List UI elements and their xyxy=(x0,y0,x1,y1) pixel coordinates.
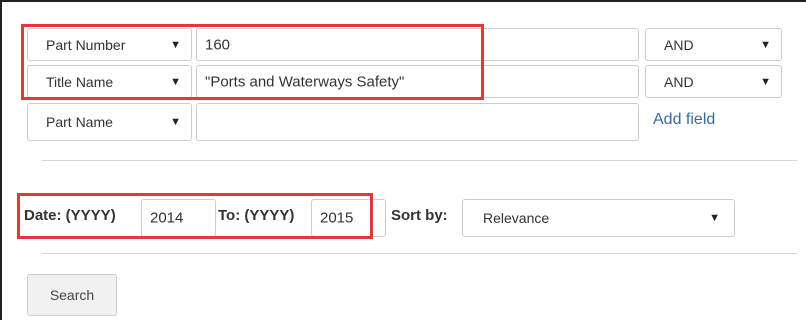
sort-select[interactable]: Relevance ▼ xyxy=(462,199,735,237)
field-select-3-value: Part Name xyxy=(46,114,113,130)
field-select-1-value: Part Number xyxy=(46,36,126,53)
date-from-input[interactable]: 2014 xyxy=(141,199,216,237)
operator-select-2-value: AND xyxy=(664,73,694,90)
search-form: Part Number ▼ 160 AND ▼ Title Name ▼ "Po… xyxy=(0,0,806,320)
chevron-down-icon: ▼ xyxy=(760,75,771,88)
chevron-down-icon: ▼ xyxy=(709,212,720,224)
chevron-down-icon: ▼ xyxy=(170,75,181,88)
operator-select-1[interactable]: AND ▼ xyxy=(645,28,782,61)
chevron-down-icon: ▼ xyxy=(170,116,181,128)
divider xyxy=(42,160,797,161)
date-to-label: To: (YYYY) xyxy=(218,207,295,224)
date-to-value: 2015 xyxy=(320,209,354,227)
field-select-1[interactable]: Part Number ▼ xyxy=(27,28,192,61)
date-from-value: 2014 xyxy=(150,209,184,227)
search-button[interactable]: Search xyxy=(27,274,117,316)
field-value-input-1[interactable]: 160 xyxy=(196,28,639,61)
chevron-down-icon: ▼ xyxy=(170,38,181,51)
operator-select-2[interactable]: AND ▼ xyxy=(645,65,782,98)
chevron-down-icon: ▼ xyxy=(760,38,771,51)
field-value-input-2[interactable]: "Ports and Waterways Safety" xyxy=(196,65,639,98)
date-to-input[interactable]: 2015 xyxy=(311,199,386,237)
add-field-link[interactable]: Add field xyxy=(653,111,715,129)
divider xyxy=(42,253,797,254)
date-from-label: Date: (YYYY) xyxy=(24,207,116,224)
sort-label: Sort by: xyxy=(391,207,448,224)
operator-select-1-value: AND xyxy=(664,36,694,53)
field-select-3[interactable]: Part Name ▼ xyxy=(27,103,192,141)
field-select-2-value: Title Name xyxy=(46,73,114,90)
field-select-2[interactable]: Title Name ▼ xyxy=(27,65,192,98)
field-value-1: 160 xyxy=(205,36,231,53)
field-value-input-3[interactable] xyxy=(196,103,639,141)
field-value-2: "Ports and Waterways Safety" xyxy=(205,73,405,90)
sort-select-value: Relevance xyxy=(483,210,550,226)
